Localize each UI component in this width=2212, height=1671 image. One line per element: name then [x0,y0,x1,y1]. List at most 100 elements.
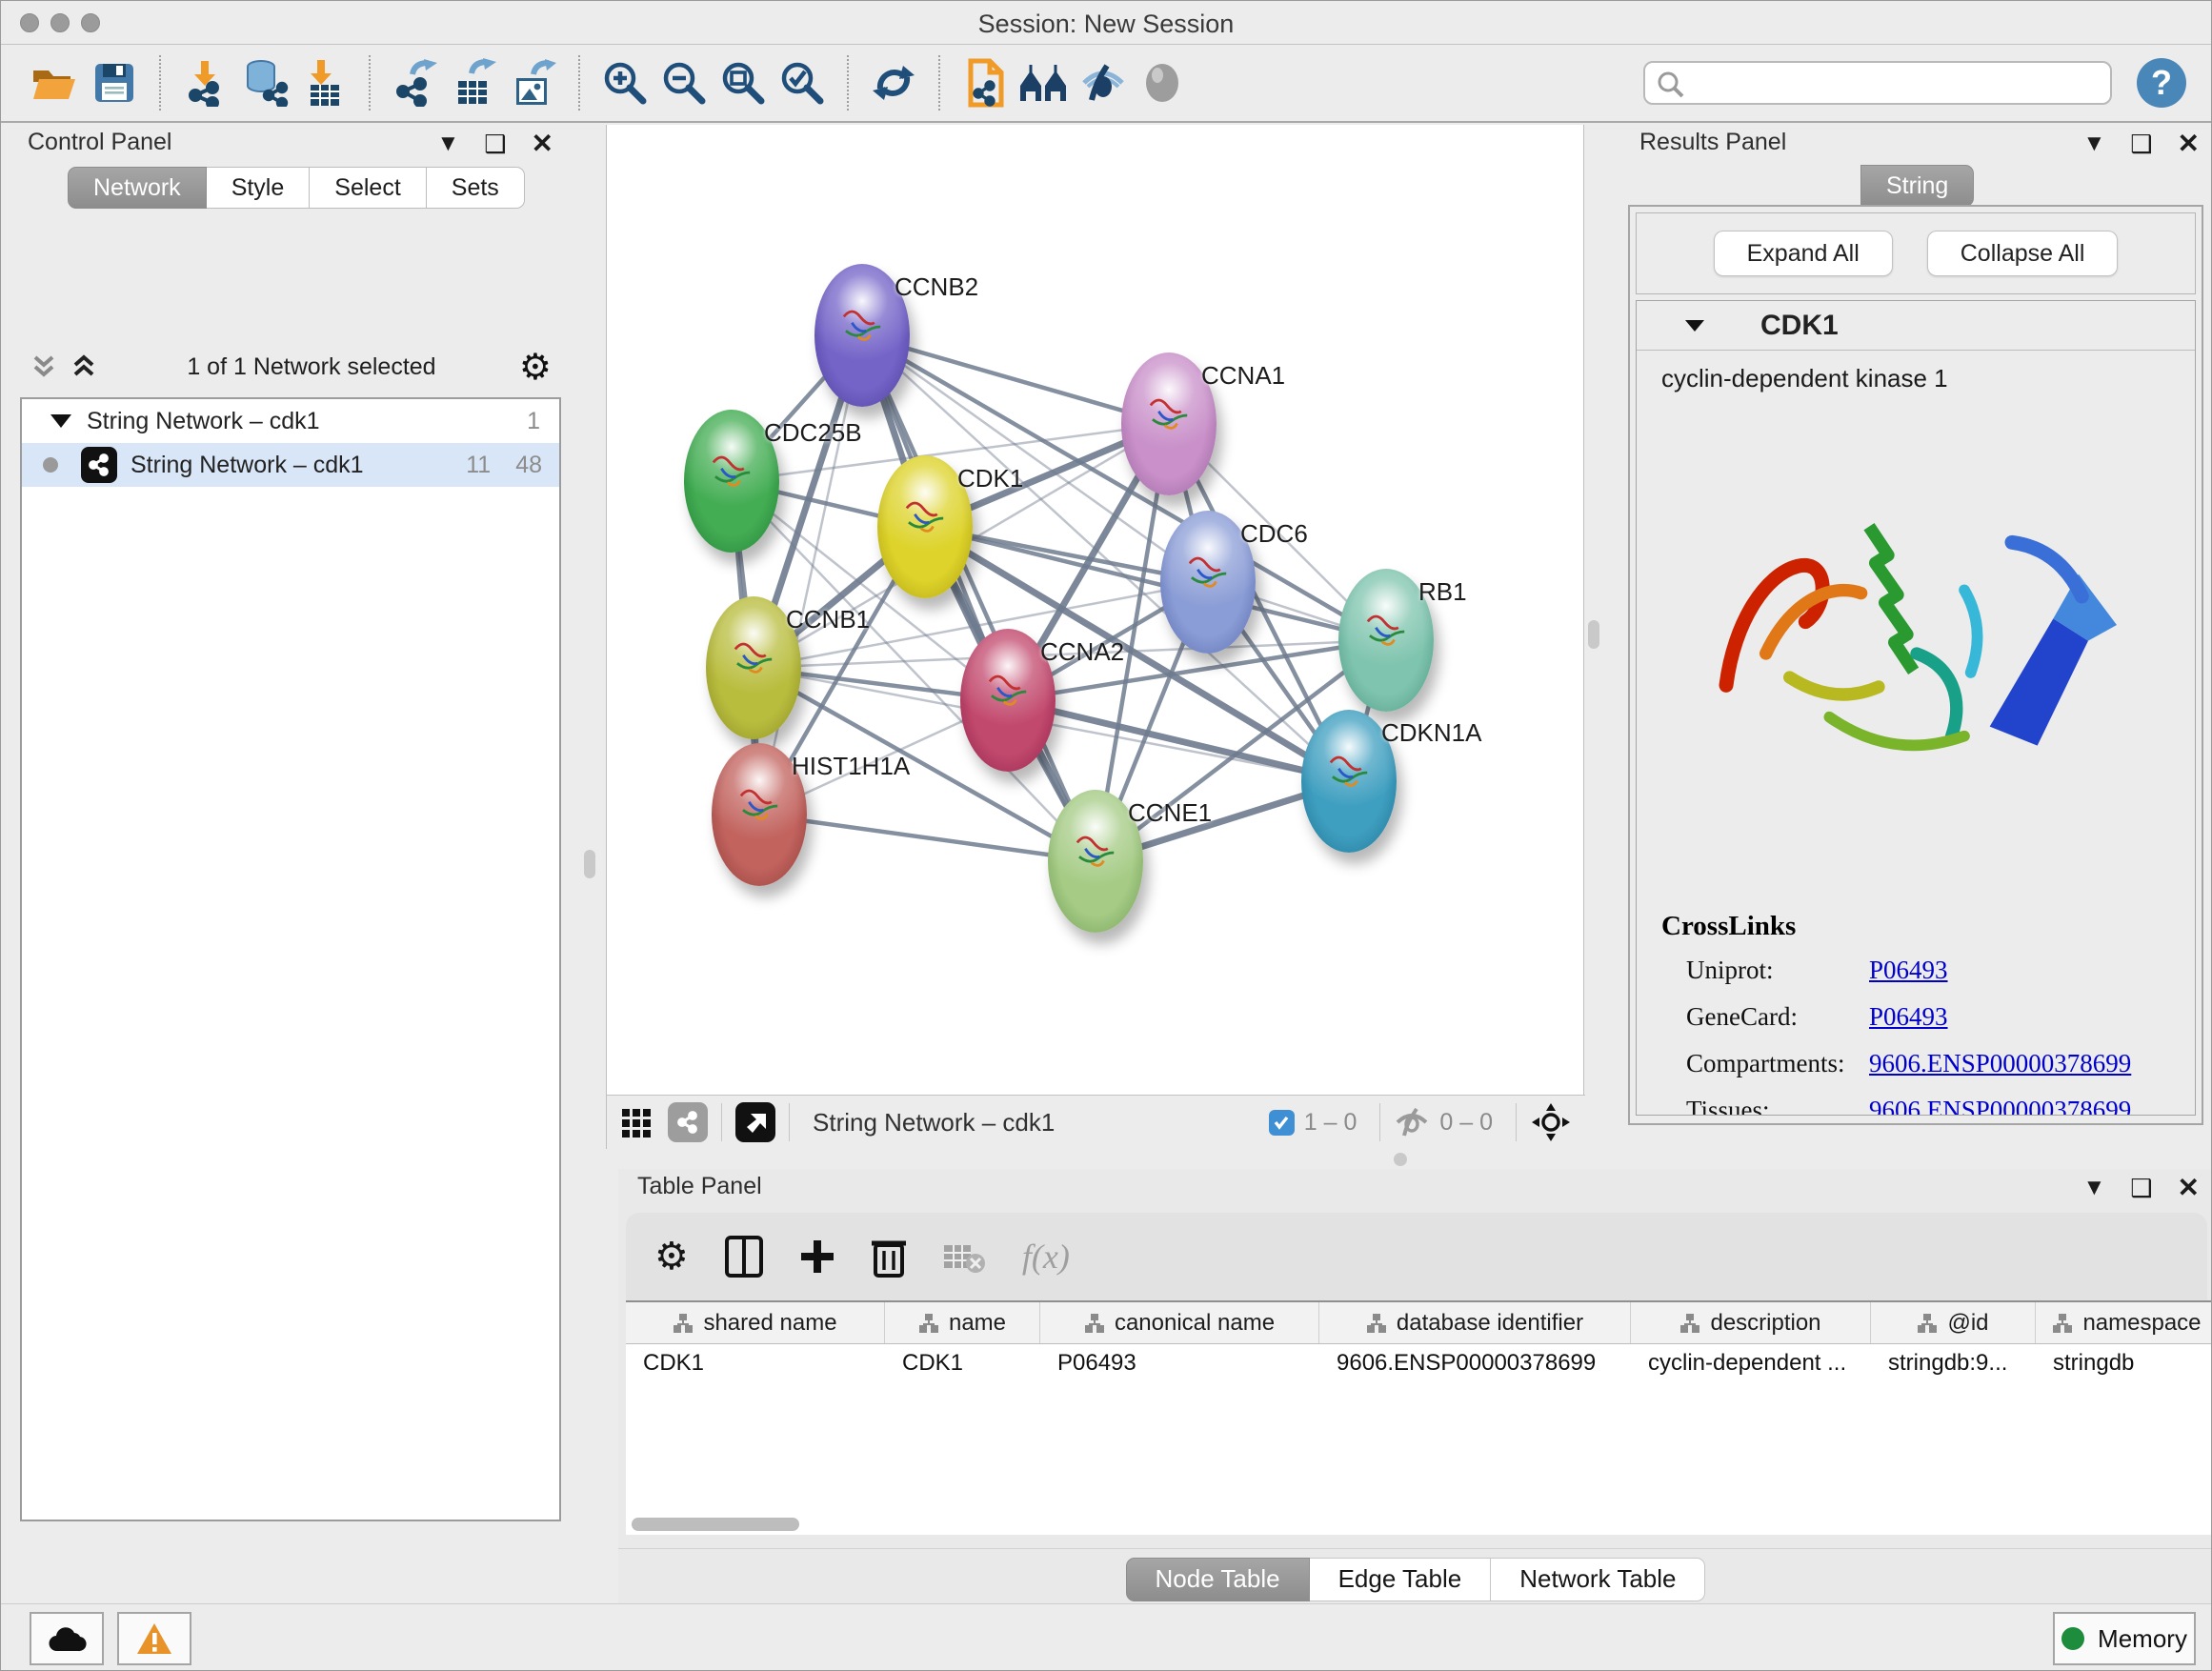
close-panel-icon[interactable]: ✕ [2178,1175,2200,1201]
open-file-network-icon[interactable] [955,53,1015,112]
tab-sets[interactable]: Sets [427,167,525,209]
export-image-icon[interactable] [504,53,563,112]
crosslink-link[interactable]: P06493 [1869,956,1948,985]
cell-id[interactable]: stringdb:9... [1871,1350,2036,1377]
import-table-icon[interactable] [294,53,353,112]
column-header-shared-name[interactable]: shared name [626,1302,885,1343]
crosslink-link[interactable]: 9606.ENSP00000378699 [1869,1096,2131,1116]
cloud-button[interactable] [30,1612,104,1665]
statusbar-separator [789,1103,790,1141]
import-network-file-icon[interactable] [176,53,235,112]
tab-style[interactable]: Style [207,167,311,209]
show-columns-icon[interactable] [725,1236,763,1278]
save-session-icon[interactable] [85,53,144,112]
app-window: Session: New Session [0,0,2212,1671]
collection-expander-icon[interactable] [50,414,71,428]
network-canvas[interactable]: CCNB2CCNA1CDC25BCDK1CDC6RB1CCNB1CCNA2CDK… [607,125,1585,1095]
collapse-panel-icon[interactable]: ▼ [436,132,459,155]
collapse-panel-icon[interactable]: ▼ [2082,132,2105,155]
column-header-id[interactable]: @id [1871,1302,2036,1343]
selected-checkbox-icon[interactable] [1269,1110,1295,1136]
float-panel-icon[interactable]: ❑ [484,131,506,156]
zoom-fit-icon[interactable] [714,53,773,112]
tab-network[interactable]: Network [68,167,207,209]
help-icon[interactable]: ? [2137,58,2186,108]
control-panel-title: Control Panel [28,129,171,156]
column-header-namespace[interactable]: namespace [2036,1302,2212,1343]
delete-column-icon[interactable] [872,1236,906,1278]
column-header-description[interactable]: description [1631,1302,1871,1343]
export-network-icon[interactable] [386,53,445,112]
table-horizontal-scrollbar[interactable] [632,1518,799,1531]
clear-table-icon [942,1238,986,1276]
collapse-all-icon[interactable] [31,353,56,380]
results-panel: Results Panel ▼ ❑ ✕ String Expand All Co… [1620,125,2212,1135]
grid-mode-icon[interactable] [620,1105,654,1139]
expand-all-button[interactable]: Expand All [1714,231,1893,276]
open-session-icon[interactable] [26,53,85,112]
search-input[interactable] [1643,61,2112,105]
control-panel-tabs: NetworkStyleSelectSets [68,167,525,209]
zoom-in-icon[interactable] [595,53,654,112]
column-header-name[interactable]: name [885,1302,1040,1343]
table-row[interactable]: CDK1CDK1P064939606.ENSP00000378699cyclin… [626,1344,2212,1382]
close-panel-icon[interactable]: ✕ [532,131,553,157]
warning-button[interactable] [117,1612,191,1665]
cell-database-identifier[interactable]: 9606.ENSP00000378699 [1319,1350,1631,1377]
cell-description[interactable]: cyclin-dependent ... [1631,1350,1871,1377]
table-panel-title: Table Panel [637,1173,762,1200]
hidden-eye-icon[interactable] [1394,1107,1430,1137]
toolbar-separator [369,55,371,111]
crosslink-link[interactable]: P06493 [1869,1002,1948,1032]
statusbar-separator [1379,1103,1380,1141]
cell-shared-name[interactable]: CDK1 [626,1350,885,1377]
network-collection-row[interactable]: String Network – cdk1 1 [22,399,559,443]
show-all-eye-icon[interactable] [1133,53,1192,112]
pan-crosshair-icon[interactable] [1530,1101,1572,1143]
float-panel-icon[interactable]: ❑ [2130,1176,2152,1200]
zoom-out-icon[interactable] [654,53,714,112]
cell-canonical-name[interactable]: P06493 [1040,1350,1319,1377]
cell-name[interactable]: CDK1 [885,1350,1040,1377]
network-options-gear-icon[interactable]: ⚙ [519,346,552,389]
close-panel-icon[interactable]: ✕ [2178,131,2200,157]
network-view-mode-icon[interactable] [668,1102,708,1142]
node-table: shared namenamecanonical namedatabase id… [626,1300,2212,1535]
column-header-canonical-name[interactable]: canonical name [1040,1302,1319,1343]
add-column-icon[interactable] [799,1238,835,1275]
import-network-database-icon[interactable] [235,53,294,112]
gene-card-header[interactable]: CDK1 [1637,301,2195,351]
float-panel-icon[interactable]: ❑ [2130,131,2152,156]
expand-all-icon[interactable] [71,353,96,380]
cell-namespace[interactable]: stringdb [2036,1350,2212,1377]
crosslinks-section: CrossLinks Uniprot:P06493GeneCard:P06493… [1661,911,2176,1116]
first-neighbors-icon[interactable] [1015,53,1074,112]
export-table-icon[interactable] [445,53,504,112]
birds-eye-view-icon[interactable] [735,1102,775,1142]
gene-expander-icon[interactable] [1682,316,1707,335]
memory-button[interactable]: Memory [2053,1612,2196,1665]
tab-edge-table[interactable]: Edge Table [1310,1558,1492,1601]
collapse-panel-icon[interactable]: ▼ [2082,1177,2105,1199]
bottom-splitter-handle[interactable] [1394,1153,1407,1166]
tab-select[interactable]: Select [310,167,426,209]
tab-string[interactable]: String [1860,165,1974,207]
tab-node-table[interactable]: Node Table [1126,1558,1310,1601]
column-header-database-identifier[interactable]: database identifier [1319,1302,1631,1343]
collapse-all-button[interactable]: Collapse All [1927,231,2119,276]
memory-label: Memory [2098,1624,2187,1654]
tab-network-table[interactable]: Network Table [1491,1558,1705,1601]
memory-status-dot [2061,1627,2084,1650]
crosslink-link[interactable]: 9606.ENSP00000378699 [1869,1049,2131,1078]
refresh-layout-icon[interactable] [864,53,923,112]
zoom-selected-icon[interactable] [773,53,832,112]
crosslink-label: Compartments: [1661,1049,1869,1078]
right-splitter-handle[interactable] [1588,620,1599,649]
statusbar-separator [1516,1103,1517,1141]
network-title: String Network – cdk1 [813,1108,1055,1137]
network-row[interactable]: String Network – cdk1 11 48 [22,443,559,487]
left-splitter-handle[interactable] [584,850,595,878]
node-label-hist1h1a: HIST1H1A [792,752,910,781]
table-settings-gear-icon[interactable]: ⚙ [654,1235,689,1278]
hide-selected-eye-icon[interactable] [1074,53,1133,112]
